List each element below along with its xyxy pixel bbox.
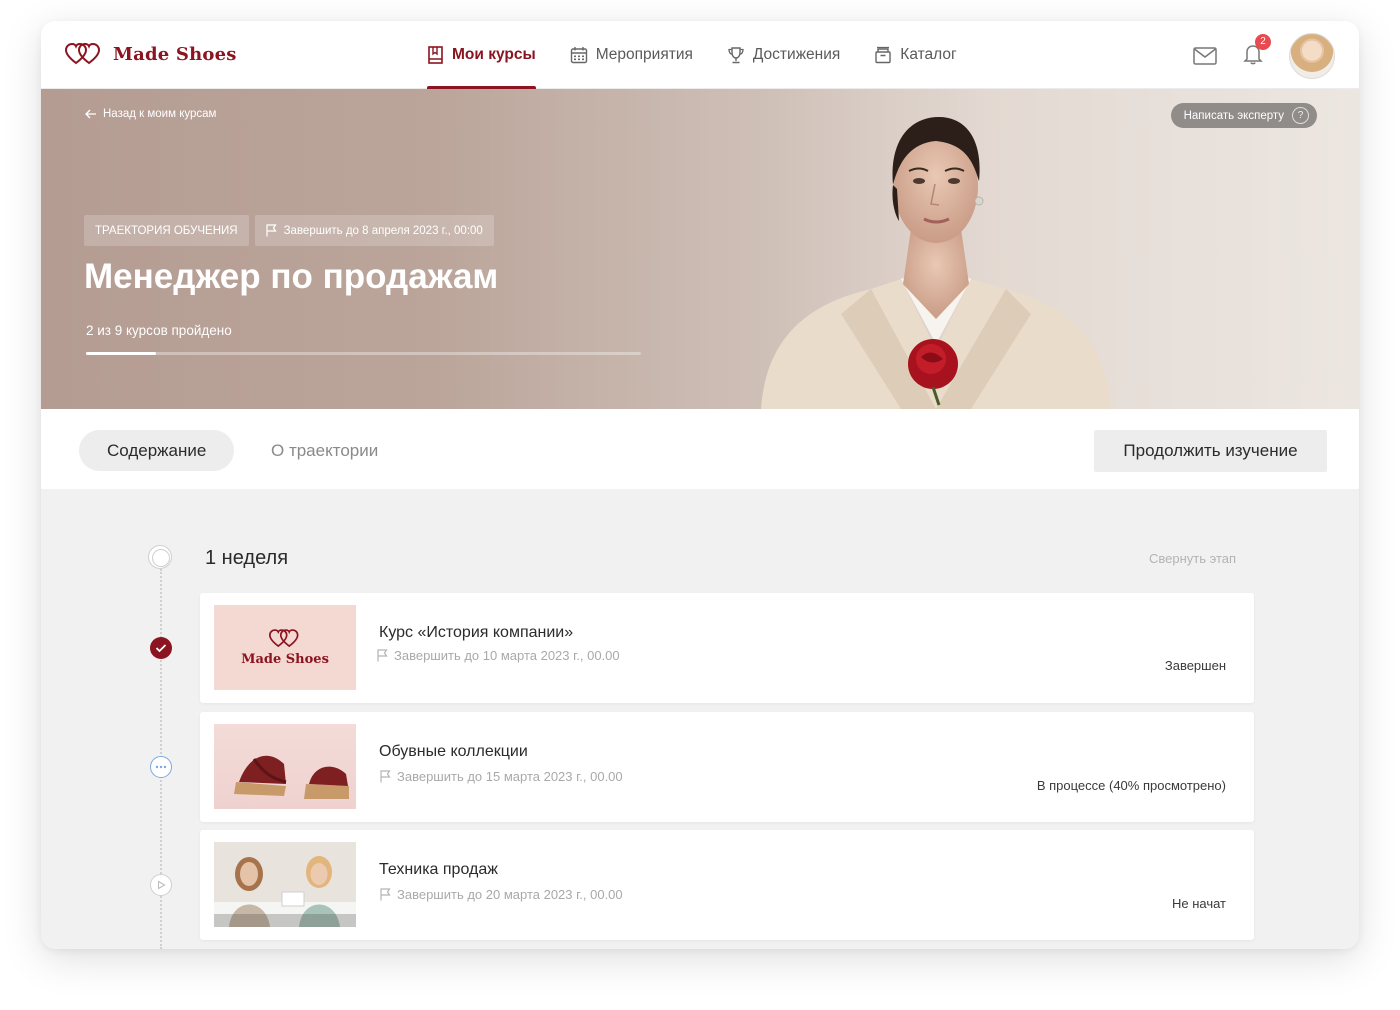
flag-icon: [380, 888, 391, 901]
course-deadline: Завершить до 15 марта 2023 г., 00.00: [380, 769, 623, 784]
back-link-label: Назад к моим курсам: [103, 108, 217, 120]
sales-meeting-photo: [214, 842, 356, 927]
expert-button-label: Написать эксперту: [1183, 109, 1284, 122]
back-to-courses-link[interactable]: Назад к моим курсам: [85, 108, 216, 120]
brand-logo[interactable]: Made Shoes: [65, 43, 237, 65]
mail-icon[interactable]: [1193, 47, 1217, 65]
tab-bar: Содержание О траектории Продолжить изуче…: [41, 409, 1359, 489]
basket-icon: [875, 46, 891, 64]
help-icon: ?: [1292, 107, 1309, 124]
logo-hearts-icon: [65, 43, 101, 65]
progress-bar-fill: [86, 352, 157, 355]
course-title: Техника продаж: [379, 861, 498, 878]
course-thumbnail: Made Shoes: [214, 605, 356, 690]
stage-start-node: [148, 545, 172, 569]
progress-text: 2 из 9 курсов пройдено: [86, 323, 232, 338]
play-icon: [157, 880, 166, 890]
course-status: Завершен: [1164, 658, 1226, 673]
collapse-stage-link[interactable]: Свернуть этап: [1149, 551, 1236, 566]
course-deadline: Завершить до 20 марта 2023 г., 00.00: [380, 887, 623, 902]
timeline-node-not-started: [150, 874, 172, 896]
ellipsis-icon: [155, 765, 167, 769]
nav-item-catalog[interactable]: Каталог: [874, 21, 957, 89]
app-window: Made Shoes Мои курсы Мероприятия Достиже…: [41, 21, 1359, 949]
flag-icon: [377, 649, 388, 662]
arrow-left-icon: [85, 109, 96, 119]
main-nav: Мои курсы Мероприятия Достижения Каталог: [427, 21, 957, 89]
nav-label: Достижения: [752, 46, 841, 63]
course-thumbnail: [214, 842, 356, 927]
deadline-text: Завершить до 10 марта 2023 г., 00.00: [394, 648, 620, 663]
tag-label: ТРАЕКТОРИЯ ОБУЧЕНИЯ: [95, 224, 238, 237]
top-navigation-bar: Made Shoes Мои курсы Мероприятия Достиже…: [41, 21, 1359, 89]
course-title: Обувные коллекции: [379, 743, 528, 760]
trajectory-title: Менеджер по продажам: [84, 257, 499, 296]
flag-icon: [266, 224, 277, 237]
course-card[interactable]: Made Shoes Курс «История компании» Завер…: [200, 593, 1254, 703]
tag-label: Завершить до 8 апреля 2023 г., 00:00: [283, 224, 483, 237]
course-card[interactable]: Обувные коллекции Завершить до 15 марта …: [200, 712, 1254, 822]
course-status: Не начат: [1171, 896, 1226, 911]
brand-name: Made Shoes: [113, 43, 237, 65]
notification-count-badge: 2: [1255, 33, 1271, 50]
trophy-icon: [728, 47, 744, 64]
thumbnail-brand-text: Made Shoes: [241, 651, 329, 667]
timeline-node-done: [150, 637, 172, 659]
nav-item-events[interactable]: Мероприятия: [570, 21, 693, 89]
book-icon: [428, 46, 443, 64]
nav-label: Каталог: [900, 46, 957, 63]
deadline-tag: Завершить до 8 апреля 2023 г., 00:00: [254, 215, 494, 246]
stage-title: 1 неделя: [205, 547, 289, 569]
header-actions: 2: [1193, 33, 1335, 79]
deadline-text: Завершить до 20 марта 2023 г., 00.00: [397, 887, 623, 902]
course-status: В процессе (40% просмотрено): [1036, 778, 1226, 793]
check-icon: [155, 644, 167, 653]
course-deadline: Завершить до 10 марта 2023 г., 00.00: [377, 648, 620, 663]
calendar-icon: [570, 47, 587, 64]
write-expert-button[interactable]: Написать эксперту ?: [1170, 103, 1317, 128]
sandals-photo: [234, 755, 349, 799]
deadline-text: Завершить до 15 марта 2023 г., 00.00: [397, 769, 623, 784]
course-thumbnail: [214, 724, 356, 809]
continue-learning-button[interactable]: Продолжить изучение: [1094, 430, 1327, 472]
user-avatar[interactable]: [1289, 33, 1335, 79]
nav-item-my-courses[interactable]: Мои курсы: [427, 21, 536, 89]
hero-tags: ТРАЕКТОРИЯ ОБУЧЕНИЯ Завершить до 8 апрел…: [84, 215, 494, 246]
course-title: Курс «История компании»: [379, 624, 574, 641]
flag-icon: [380, 770, 391, 783]
nav-item-achievements[interactable]: Достижения: [727, 21, 840, 89]
hero-model-photo: [761, 117, 1111, 409]
course-card[interactable]: Техника продаж Завершить до 20 марта 202…: [200, 830, 1254, 940]
tab-about[interactable]: О траектории: [243, 430, 406, 471]
trajectory-hero-banner: Назад к моим курсам Написать эксперту ? …: [41, 89, 1359, 409]
trajectory-type-tag: ТРАЕКТОРИЯ ОБУЧЕНИЯ: [84, 215, 249, 246]
tab-content[interactable]: Содержание: [79, 430, 235, 471]
progress-bar: [86, 352, 641, 355]
nav-label: Мероприятия: [595, 46, 693, 63]
timeline-node-in-progress: [150, 756, 172, 778]
nav-label: Мои курсы: [452, 46, 536, 63]
notifications-button[interactable]: 2: [1243, 33, 1271, 70]
logo-hearts-icon: [269, 628, 299, 647]
